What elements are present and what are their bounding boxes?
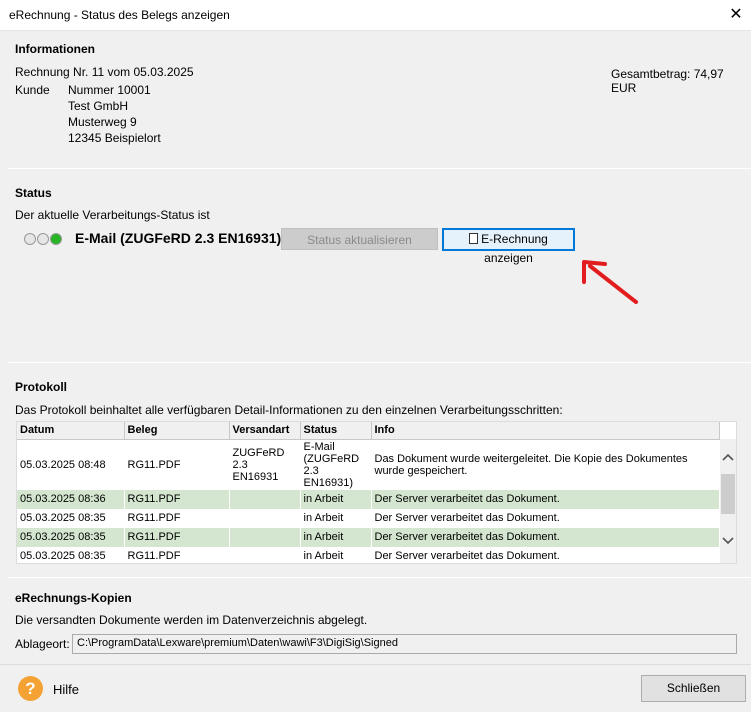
status-light-2 — [37, 233, 49, 245]
status-light-1 — [24, 233, 36, 245]
cell-date: 05.03.2025 08:35 — [17, 527, 125, 547]
cell-document: RG11.PDF — [124, 546, 230, 563]
column-header-info[interactable]: Info — [371, 422, 720, 440]
cell-method — [229, 527, 301, 547]
cell-document: RG11.PDF — [124, 508, 230, 528]
status-value: E-Mail (ZUGFeRD 2.3 EN16931) — [75, 230, 282, 246]
help-icon[interactable]: ? — [18, 676, 43, 701]
cell-status: in Arbeit — [300, 546, 372, 563]
chevron-down-icon[interactable] — [722, 537, 734, 545]
status-light-3 — [50, 233, 62, 245]
table-row[interactable]: 05.03.2025 08:35 RG11.PDF in Arbeit Der … — [17, 527, 720, 547]
cell-method — [229, 489, 301, 509]
customer-street: Musterweg 9 — [68, 115, 137, 129]
total-amount: Gesamtbetrag: 74,97 EUR — [611, 67, 724, 95]
cell-document: RG11.PDF — [124, 439, 230, 490]
cell-info: Das Dokument wurde weitergeleitet. Die K… — [371, 439, 720, 490]
column-header-document[interactable]: Beleg — [124, 422, 230, 440]
cell-status: in Arbeit — [300, 508, 372, 528]
document-icon — [469, 233, 479, 244]
customer-number: Nummer 10001 — [68, 83, 151, 97]
window-title: eRechnung - Status des Belegs anzeigen — [9, 8, 230, 22]
cell-date: 05.03.2025 08:35 — [17, 546, 125, 563]
storage-path-field[interactable]: C:\ProgramData\Lexware\premium\Daten\waw… — [72, 634, 737, 654]
copies-heading: eRechnungs-Kopien — [15, 591, 132, 605]
status-heading: Status — [15, 186, 52, 200]
cell-method: ZUGFeRD 2.3 EN16931 — [229, 439, 301, 490]
chevron-up-icon[interactable] — [722, 453, 734, 461]
cell-status: in Arbeit — [300, 489, 372, 509]
show-einvoice-button[interactable]: E-Rechnung anzeigen — [442, 228, 575, 265]
table-row[interactable]: 05.03.2025 08:35 RG11.PDF in Arbeit Der … — [17, 546, 720, 563]
table-row[interactable]: 05.03.2025 08:36 RG11.PDF in Arbeit Der … — [17, 489, 720, 509]
cell-status: in Arbeit — [300, 527, 372, 547]
cell-info: Der Server verarbeitet das Dokument. — [371, 508, 720, 528]
divider — [8, 577, 751, 578]
close-icon[interactable]: ✕ — [722, 2, 750, 28]
cell-method — [229, 546, 301, 563]
path-label: Ablageort: — [15, 637, 70, 651]
customer-label: Kunde — [15, 83, 50, 97]
scrollbar-thumb[interactable] — [721, 474, 735, 514]
cell-status: E-Mail (ZUGFeRD 2.3 EN16931) — [300, 439, 372, 490]
cell-info: Der Server verarbeitet das Dokument. — [371, 527, 720, 547]
customer-name: Test GmbH — [68, 99, 129, 113]
cell-date: 05.03.2025 08:36 — [17, 489, 125, 509]
status-description: Der aktuelle Verarbeitungs-Status ist — [15, 208, 210, 222]
divider — [8, 168, 751, 169]
invoice-line: Rechnung Nr. 11 vom 05.03.2025 — [15, 65, 194, 79]
customer-city: 12345 Beispielort — [68, 131, 161, 145]
column-header-method[interactable]: Versandart — [229, 422, 301, 440]
cell-method — [229, 508, 301, 528]
cell-date: 05.03.2025 08:48 — [17, 439, 125, 490]
divider — [0, 664, 751, 665]
column-header-date[interactable]: Datum — [17, 422, 125, 440]
cell-document: RG11.PDF — [124, 527, 230, 547]
table-row[interactable]: 05.03.2025 08:35 RG11.PDF in Arbeit Der … — [17, 508, 720, 528]
divider — [8, 362, 751, 363]
refresh-status-button[interactable]: Status aktualisieren — [281, 228, 438, 250]
show-einvoice-label: E-Rechnung anzeigen — [481, 232, 548, 265]
cell-info: Der Server verarbeitet das Dokument. — [371, 489, 720, 509]
copies-description: Die versandten Dokumente werden im Daten… — [15, 613, 368, 627]
protocol-description: Das Protokoll beinhaltet alle verfügbare… — [15, 403, 563, 417]
protocol-heading: Protokoll — [15, 380, 68, 394]
cell-info: Der Server verarbeitet das Dokument. — [371, 546, 720, 563]
column-header-status[interactable]: Status — [300, 422, 372, 440]
table-row[interactable]: 05.03.2025 08:48 RG11.PDF ZUGFeRD 2.3 EN… — [17, 439, 720, 490]
protocol-table[interactable]: Datum Beleg Versandart Status Info 05.03… — [16, 421, 737, 564]
red-arrow-icon — [582, 260, 638, 304]
help-link[interactable]: Hilfe — [53, 682, 79, 697]
cell-date: 05.03.2025 08:35 — [17, 508, 125, 528]
cell-document: RG11.PDF — [124, 489, 230, 509]
close-button[interactable]: Schließen — [641, 675, 746, 702]
info-heading: Informationen — [15, 42, 95, 56]
